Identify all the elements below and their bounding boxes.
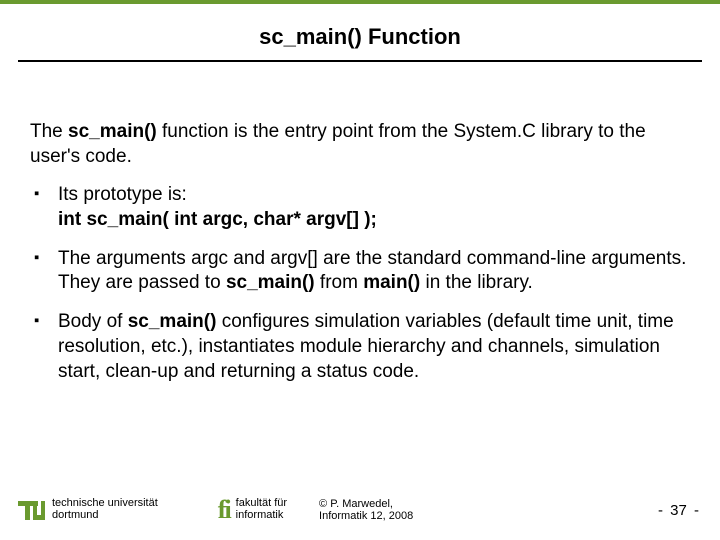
bullet-2-mid: from [315, 272, 364, 293]
slide-body: The sc_main() function is the entry poin… [30, 120, 690, 398]
footer: technische universität dortmund fi fakul… [18, 490, 702, 530]
fi-logo-text: fakultät für informatik [236, 498, 287, 521]
dash-right: - [694, 502, 699, 519]
tu-logo-text: technische universität dortmund [52, 498, 158, 521]
bullet-3-b1: sc_main() [128, 311, 217, 332]
page-number: - 37 - [655, 502, 702, 519]
bullet-list: Its prototype is: int sc_main( int argc,… [30, 183, 690, 384]
intro-pre: The [30, 121, 68, 142]
bullet-1: Its prototype is: int sc_main( int argc,… [58, 183, 690, 232]
tu-logo-icon [18, 498, 46, 522]
title-underline [18, 60, 702, 62]
bullet-3-pre: Body of [58, 311, 128, 332]
uni-line2: dortmund [52, 510, 158, 522]
bullet-2-b2: main() [363, 272, 420, 293]
bullet-3: Body of sc_main() configures simulation … [58, 310, 690, 384]
bullet-1-line1: Its prototype is: [58, 184, 187, 205]
title-container: sc_main() Function [0, 24, 720, 50]
attr-line1: © P. Marwedel, [319, 498, 413, 510]
fi-logo-icon: fi [218, 497, 230, 523]
bullet-2: The arguments argc and argv[] are the st… [58, 247, 690, 296]
slide: sc_main() Function The sc_main() functio… [0, 0, 720, 540]
bullet-2-post: in the library. [420, 272, 533, 293]
dash-left: - [658, 502, 663, 519]
top-accent-bar [0, 0, 720, 4]
slide-title: sc_main() Function [0, 24, 720, 50]
attribution: © P. Marwedel, Informatik 12, 2008 [319, 498, 413, 522]
attr-line2: Informatik 12, 2008 [319, 510, 413, 522]
bullet-1-prototype: int sc_main( int argc, char* argv[] ); [58, 209, 377, 230]
page-number-value: 37 [670, 502, 687, 519]
intro-paragraph: The sc_main() function is the entry poin… [30, 120, 690, 169]
fak-line2: informatik [236, 510, 287, 522]
intro-bold: sc_main() [68, 121, 157, 142]
tu-logo: technische universität dortmund [18, 498, 158, 522]
fi-logo: fi fakultät für informatik [218, 497, 287, 523]
bullet-2-b1: sc_main() [226, 272, 315, 293]
